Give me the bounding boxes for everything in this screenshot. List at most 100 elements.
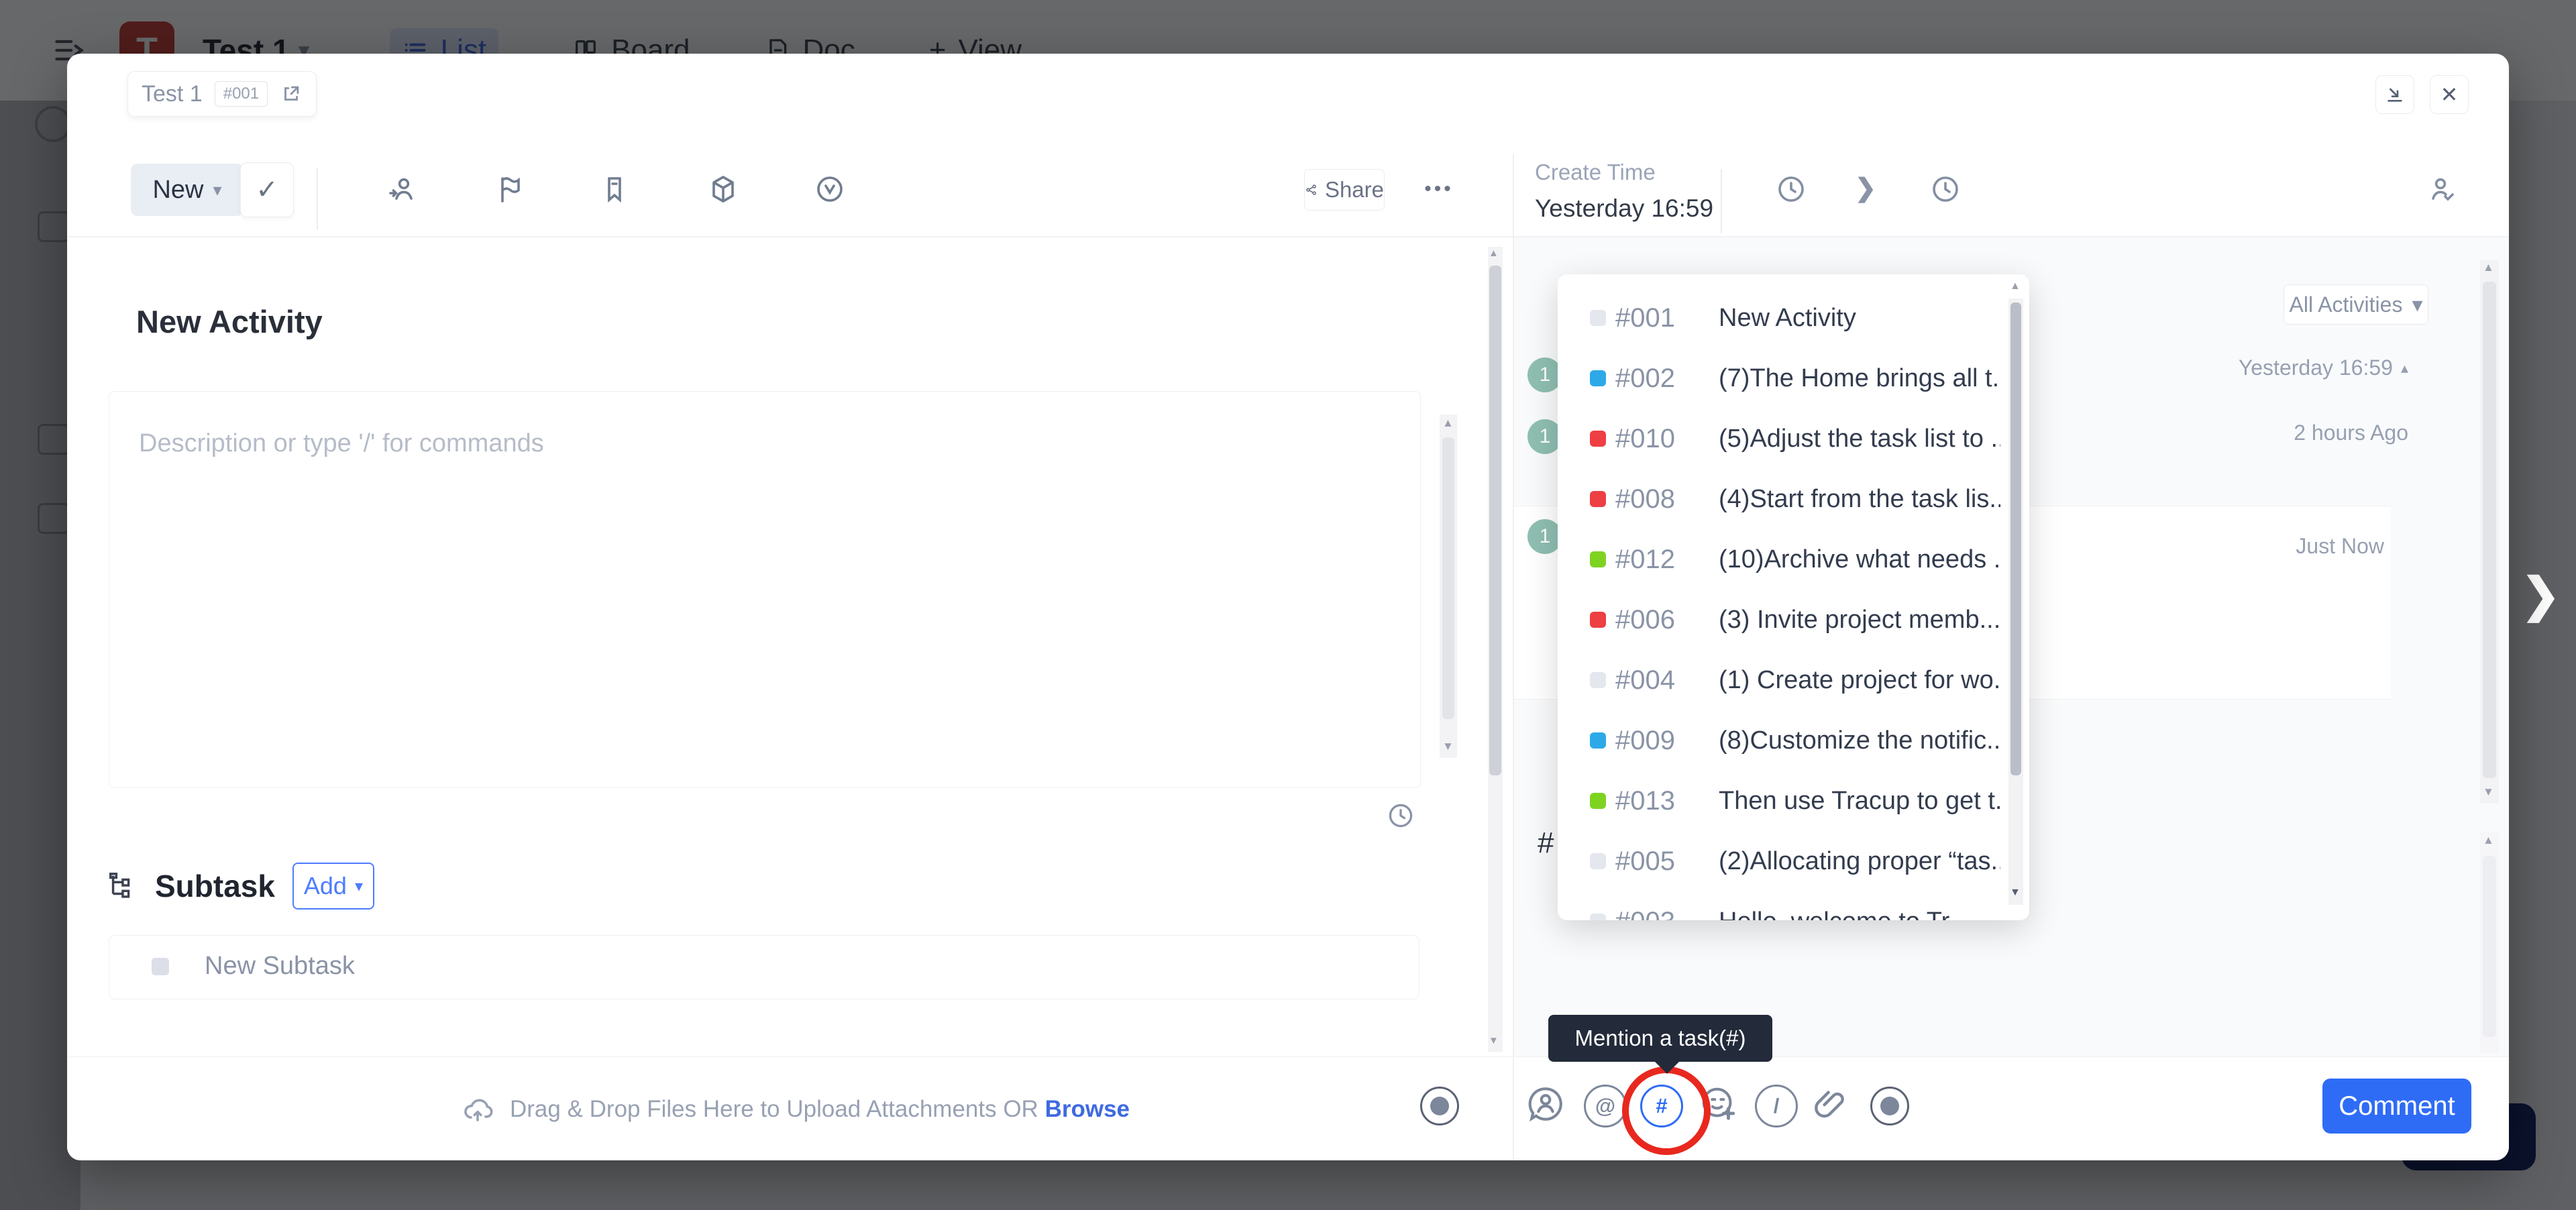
scroll-down-icon[interactable]: ▼ (1442, 740, 1454, 752)
activity-filter-button[interactable]: All Activities ▾ (2284, 284, 2428, 325)
mention-item-title: (1) Create project for wo... (1719, 666, 2000, 695)
mention-item[interactable]: #008 (4)Start from the task lis... (1558, 469, 2029, 529)
history-icon[interactable] (1386, 801, 1415, 830)
mention-item[interactable]: #013 Then use Tracup to get t... (1558, 771, 2029, 831)
chevron-down-icon: ▾ (213, 180, 221, 201)
subtask-row[interactable]: New Subtask (205, 952, 355, 981)
mention-item[interactable]: #010 (5)Adjust the task list to ... (1558, 408, 2029, 469)
mention-item-id: #009 (1615, 726, 1675, 756)
mention-item-id: #001 (1615, 303, 1675, 333)
scroll-up-icon[interactable]: ▲ (1442, 417, 1454, 429)
time-history-icon[interactable] (1775, 173, 1807, 205)
mention-item-id: #004 (1615, 665, 1675, 696)
mention-item-id: #010 (1615, 424, 1675, 454)
divider (1721, 169, 1722, 233)
version-icon[interactable] (814, 173, 846, 205)
mention-user-icon[interactable]: @ (1584, 1085, 1627, 1128)
complete-task-button[interactable]: ✓ (240, 162, 294, 217)
scrollbar-thumb[interactable] (1489, 266, 1501, 775)
subtask-section-title: Subtask (155, 868, 275, 904)
status-square-icon (1590, 370, 1606, 386)
caret-up-icon: ▴ (2401, 360, 2408, 377)
status-square-icon (1590, 431, 1606, 447)
mention-item[interactable]: #006 (3) Invite project memb... (1558, 590, 2029, 650)
scrollbar-thumb[interactable] (2483, 282, 2496, 778)
assign-user-icon[interactable] (386, 173, 419, 205)
mention-dropdown-list: #001 New Activity #002 (7)The Home bring… (1558, 288, 2029, 920)
mention-item-id: #003 (1615, 907, 1675, 921)
scrollbar-thumb[interactable] (1442, 437, 1454, 719)
chip-project-title: Test 1 (142, 81, 203, 107)
expand-icon[interactable] (280, 82, 303, 105)
assign-mention-icon[interactable] (1526, 1085, 1565, 1123)
scroll-up-icon[interactable]: ▲ (2010, 281, 2021, 292)
mention-item[interactable]: #004 (1) Create project for wo... (1558, 650, 2029, 710)
mention-task-dropdown: #001 New Activity #002 (7)The Home bring… (1558, 274, 2029, 920)
status-square-icon (1590, 672, 1606, 688)
mention-item-title: (2)Allocating proper “tas... (1719, 847, 2000, 876)
mention-item[interactable]: #001 New Activity (1558, 288, 2029, 348)
add-subtask-button[interactable]: Add ▾ (292, 863, 374, 910)
record-button[interactable] (1420, 1087, 1459, 1125)
status-square-icon (1590, 612, 1606, 628)
status-square-icon (1590, 732, 1606, 749)
subtask-tree-icon (107, 871, 138, 901)
create-time-value: Yesterday 16:59 (1535, 195, 1713, 223)
status-dropdown-button[interactable]: New ▾ (131, 164, 244, 216)
mention-item[interactable]: #009 (8)Customize the notific... (1558, 710, 2029, 771)
task-detail-modal: Test 1 #001 ✕ New ▾ ✓ (67, 54, 2509, 1160)
divider (317, 168, 318, 229)
time-estimate-icon[interactable] (1929, 173, 1962, 205)
scrollbar-thumb[interactable] (2483, 856, 2496, 1037)
flag-icon[interactable] (493, 173, 525, 205)
status-square-icon (1590, 491, 1606, 507)
mention-item[interactable]: #003 Hello, welcome to Tr... (1558, 891, 2029, 920)
record-button[interactable] (1870, 1087, 1909, 1125)
attachment-dropzone[interactable]: Drag & Drop Files Here to Upload Attachm… (67, 1056, 1513, 1160)
mention-item-title: (7)The Home brings all t... (1719, 364, 2000, 393)
browse-link[interactable]: Browse (1045, 1096, 1130, 1122)
minimize-button[interactable] (2375, 75, 2414, 114)
bookmark-icon[interactable] (598, 173, 631, 205)
description-box[interactable]: Description or type '/' for commands ▲ ▼ (109, 391, 1421, 788)
next-task-chevron[interactable]: ❯ (2521, 567, 2561, 622)
chevron-down-icon: ▾ (2412, 292, 2422, 317)
mention-item-id: #002 (1615, 364, 1675, 394)
cloud-upload-icon (462, 1093, 494, 1125)
attachment-icon[interactable] (1811, 1085, 1849, 1123)
mention-item-id: #006 (1615, 605, 1675, 635)
share-button[interactable]: Share (1304, 169, 1385, 211)
task-title[interactable]: New Activity (136, 303, 323, 340)
slash-command-icon[interactable]: / (1755, 1085, 1798, 1128)
comment-input-text[interactable]: # (1538, 826, 1554, 860)
scroll-up-icon[interactable]: ▲ (1489, 248, 1499, 258)
close-button[interactable]: ✕ (2430, 75, 2469, 114)
comment-button[interactable]: Comment (2322, 1079, 2471, 1134)
mention-item-title: (5)Adjust the task list to ... (1719, 425, 2000, 453)
task-id-badge: #001 (215, 81, 268, 107)
status-square-icon (1590, 853, 1606, 869)
feed-timestamp[interactable]: Yesterday 16:59 ▴ (2239, 355, 2408, 380)
scroll-down-icon[interactable]: ▼ (2483, 786, 2494, 798)
scroll-down-icon[interactable]: ▼ (2010, 887, 2021, 898)
close-icon: ✕ (2440, 82, 2459, 107)
scroll-up-icon[interactable]: ▲ (2483, 834, 2494, 846)
chevron-right-icon[interactable]: ❯ (1855, 173, 1876, 203)
watcher-icon[interactable] (2426, 173, 2458, 205)
mention-item[interactable]: #002 (7)The Home brings all t... (1558, 348, 2029, 408)
mention-item-id: #008 (1615, 484, 1675, 514)
status-square-icon (1590, 310, 1606, 326)
mention-item-title: New Activity (1719, 304, 2000, 333)
mention-item-title: (10)Archive what needs ... (1719, 545, 2000, 574)
breadcrumb-chip[interactable]: Test 1 #001 (127, 71, 317, 117)
share-icon (1305, 180, 1318, 200)
scroll-down-icon[interactable]: ▼ (1489, 1036, 1499, 1046)
subtask-status-square[interactable] (152, 958, 169, 975)
more-options-button[interactable]: ••• (1415, 173, 1462, 205)
scrollbar-thumb[interactable] (2010, 302, 2021, 775)
cube-icon[interactable] (707, 173, 739, 205)
mention-item[interactable]: #005 (2)Allocating proper “tas... (1558, 831, 2029, 891)
scroll-up-icon[interactable]: ▲ (2483, 262, 2494, 273)
tooltip-mention-task: Mention a task(#) (1548, 1015, 1772, 1062)
mention-item[interactable]: #012 (10)Archive what needs ... (1558, 529, 2029, 590)
